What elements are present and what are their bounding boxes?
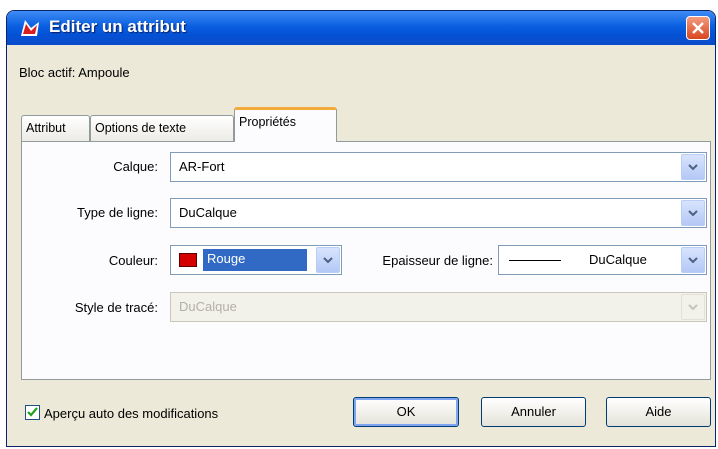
chevron-down-icon[interactable]: [681, 200, 705, 226]
close-button[interactable]: [686, 16, 710, 40]
lineweight-value: DuCalque: [589, 252, 647, 267]
layer-label: Calque:: [113, 159, 158, 174]
color-select[interactable]: Rouge: [170, 245, 342, 275]
chevron-down-icon[interactable]: [681, 154, 705, 180]
layer-value: AR-Fort: [179, 159, 225, 174]
chevron-down-icon[interactable]: [681, 294, 705, 320]
help-button[interactable]: Aide: [606, 397, 711, 427]
red-color-swatch: [179, 253, 197, 267]
lineweight-label: Epaisseur de ligne:: [382, 253, 493, 268]
linetype-select[interactable]: DuCalque: [170, 198, 707, 228]
linetype-value: DuCalque: [179, 205, 237, 220]
color-label: Couleur:: [108, 253, 158, 268]
edit-attribute-dialog: Editer un attribut Bloc actif: Ampoule A…: [6, 10, 716, 447]
active-block-label: Bloc actif: Ampoule: [19, 65, 130, 80]
properties-panel: Calque: AR-Fort Type de ligne: DuCalque …: [21, 141, 711, 380]
lineweight-select[interactable]: DuCalque: [498, 245, 707, 275]
line-sample: [509, 260, 561, 261]
auto-preview-label[interactable]: Aperçu auto des modifications: [44, 406, 218, 421]
plotstyle-value: DuCalque: [179, 299, 237, 314]
title-bar[interactable]: Editer un attribut: [7, 11, 715, 45]
autocad-block-icon: [19, 18, 41, 38]
tab-attribut[interactable]: Attribut: [21, 115, 90, 141]
window-title: Editer un attribut: [49, 17, 186, 36]
chevron-down-icon[interactable]: [681, 247, 705, 273]
chevron-down-icon[interactable]: [316, 247, 340, 273]
auto-preview-checkbox[interactable]: [25, 405, 40, 420]
linetype-label: Type de ligne:: [77, 205, 158, 220]
color-value: Rouge: [203, 249, 307, 271]
layer-select[interactable]: AR-Fort: [170, 152, 707, 182]
plotstyle-select[interactable]: DuCalque: [170, 292, 707, 322]
tab-proprietes[interactable]: Propriétés: [234, 107, 337, 142]
cancel-button[interactable]: Annuler: [481, 397, 586, 427]
tab-options-de-texte[interactable]: Options de texte: [90, 115, 234, 141]
plotstyle-label: Style de tracé:: [74, 300, 158, 315]
ok-button[interactable]: OK: [353, 397, 459, 427]
